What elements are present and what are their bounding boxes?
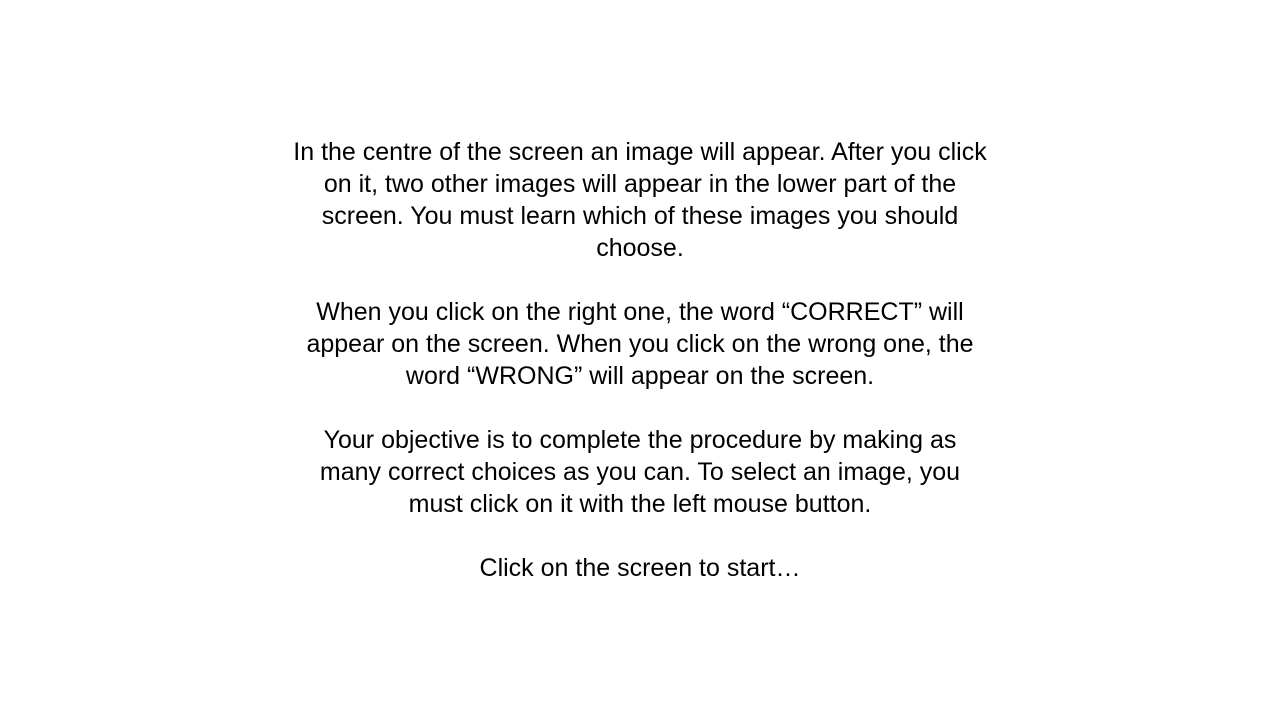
start-prompt: Click on the screen to start… [479, 554, 801, 582]
instruction-screen[interactable]: In the centre of the screen an image wil… [0, 0, 1280, 720]
instructions-paragraph-image-appears: In the centre of the screen an image wil… [293, 138, 987, 262]
instructions-text-block: In the centre of the screen an image wil… [290, 136, 990, 584]
instructions-paragraph-objective: Your objective is to complete the proced… [319, 426, 961, 518]
instructions-paragraph-feedback: When you click on the right one, the wor… [306, 298, 974, 390]
